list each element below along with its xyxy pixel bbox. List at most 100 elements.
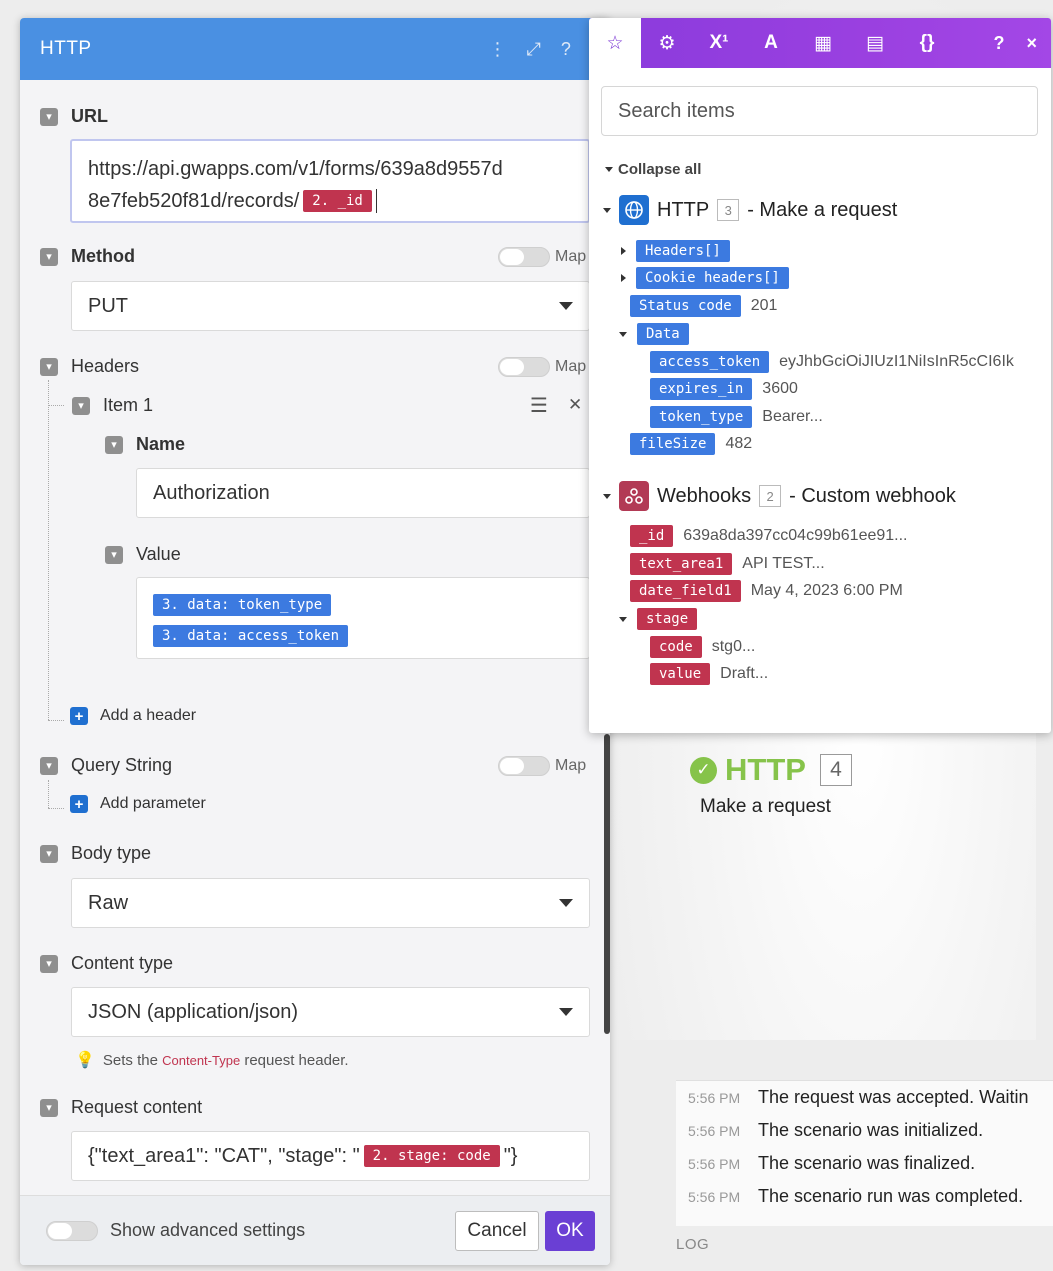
collapse-chevron-icon[interactable]: ▾ [40, 357, 58, 376]
tree-connector [48, 720, 64, 721]
stage-code-pill[interactable]: 2. stage: code [363, 1145, 500, 1167]
tab-array[interactable]: ▤ [849, 18, 901, 68]
header-name-value: Authorization [153, 481, 270, 504]
code-pill[interactable]: code [650, 636, 702, 658]
collapse-chevron-icon[interactable]: ▾ [40, 247, 58, 266]
text-area1-pill[interactable]: text_area1 [630, 553, 733, 575]
globe-icon [619, 195, 649, 225]
item-id[interactable]: _id 639a8da397cc04c99b61ee91... [630, 525, 908, 547]
expand-icon[interactable]: ⤢ [526, 39, 540, 60]
date-field1-pill[interactable]: date_field1 [630, 580, 741, 602]
caret-down-icon [619, 331, 627, 337]
content-type-select[interactable]: JSON (application/json) [71, 987, 590, 1037]
file-size-pill[interactable]: fileSize [630, 433, 716, 455]
add-parameter-button[interactable]: + Add parameter [70, 795, 206, 813]
collapse-chevron-icon[interactable]: ▾ [72, 396, 90, 415]
data-pill[interactable]: Data [637, 323, 689, 345]
url-input[interactable]: https://api.gwapps.com/v1/forms/639a8d95… [70, 139, 590, 223]
collapse-chevron-icon[interactable]: ▾ [105, 435, 123, 454]
token-type-pill[interactable]: token_type [650, 406, 753, 428]
headers-map-toggle[interactable] [498, 357, 550, 377]
item-data[interactable]: Data [619, 323, 689, 345]
panel-title: HTTP [40, 38, 92, 59]
text-cursor [375, 189, 377, 213]
item-code[interactable]: code stg0... [650, 636, 755, 658]
access-token-value: eyJhbGciOiJIUzI1NiIsInR5cCI6Ik [779, 353, 1014, 370]
token-type-value: Bearer... [762, 408, 823, 425]
value-pill[interactable]: value [650, 663, 711, 685]
webhooks-module-row[interactable]: Webhooks 2 - Custom webhook [603, 481, 956, 511]
query-string-section: ▾ Query String [40, 755, 172, 776]
log-time: 5:56 PM [688, 1188, 741, 1205]
panel-scrollbar[interactable] [604, 734, 610, 1034]
tab-star[interactable]: ☆ [589, 18, 641, 68]
cancel-button[interactable]: Cancel [455, 1211, 539, 1251]
item-headers[interactable]: Headers[] [621, 240, 730, 262]
collapse-chevron-icon[interactable]: ▾ [40, 756, 58, 775]
log-label: LOG [676, 1236, 710, 1253]
headers-label: Headers [71, 356, 140, 376]
http-module-node[interactable]: ✓ HTTP 4 Make a request [690, 752, 930, 832]
log-time: 5:56 PM [688, 1089, 741, 1106]
tab-json[interactable]: {} [901, 18, 953, 68]
request-prefix: {"text_area1": "CAT", "stage": " [88, 1144, 360, 1167]
log-message: The scenario was initialized. [758, 1120, 984, 1140]
reorder-icon[interactable]: ☰ [530, 393, 548, 418]
cookie-headers-pill[interactable]: Cookie headers[] [636, 267, 789, 289]
ok-button[interactable]: OK [545, 1211, 595, 1251]
content-type-value: JSON (application/json) [88, 1000, 299, 1023]
collapse-chevron-icon[interactable]: ▾ [40, 107, 58, 126]
tab-date[interactable]: ▦ [797, 18, 849, 68]
hint-code: Content-Type [162, 1052, 241, 1068]
collapse-all-button[interactable]: Collapse all [605, 161, 701, 178]
body-type-select[interactable]: Raw [71, 878, 590, 928]
method-map-toggle[interactable] [498, 247, 550, 267]
item-value[interactable]: value Draft... [650, 663, 768, 685]
item-token-type[interactable]: token_type Bearer... [650, 406, 823, 428]
status-code-pill[interactable]: Status code [630, 295, 741, 317]
url-id-pill[interactable]: 2. _id [303, 190, 372, 212]
collapse-chevron-icon[interactable]: ▾ [40, 844, 58, 863]
add-header-button[interactable]: + Add a header [70, 707, 196, 725]
caret-right-icon [621, 247, 626, 255]
request-content-input[interactable]: {"text_area1": "CAT", "stage": " 2. stag… [71, 1131, 590, 1181]
close-icon[interactable]: × [1026, 33, 1037, 54]
more-vertical-icon[interactable]: ⋮ [488, 39, 506, 60]
item-date-field1[interactable]: date_field1 May 4, 2023 6:00 PM [630, 580, 903, 602]
hint-suffix: request header. [240, 1051, 349, 1069]
help-icon[interactable]: ? [561, 39, 571, 60]
expires-in-pill[interactable]: expires_in [650, 378, 753, 400]
execution-log[interactable]: 5:56 PM The request was accepted. Waitin… [676, 1080, 1053, 1226]
access-token-pill[interactable]: 3. data: access_token [153, 625, 349, 647]
item-stage[interactable]: stage [619, 608, 698, 630]
header-item-1: ▾ Item 1 [72, 395, 153, 416]
id-pill[interactable]: _id [630, 525, 674, 547]
tab-math[interactable]: X¹ [693, 18, 745, 68]
collapse-chevron-icon[interactable]: ▾ [105, 545, 123, 564]
header-value-input[interactable]: 3. data: token_type 3. data: access_toke… [136, 577, 590, 659]
access-token-pill[interactable]: access_token [650, 351, 770, 373]
tab-settings[interactable]: ⚙ [641, 18, 693, 68]
stage-pill[interactable]: stage [637, 608, 698, 630]
help-icon[interactable]: ? [993, 33, 1004, 54]
token-type-pill[interactable]: 3. data: token_type [153, 594, 332, 616]
item-cookie-headers[interactable]: Cookie headers[] [621, 267, 789, 289]
item-text-area1[interactable]: text_area1 API TEST... [630, 553, 825, 575]
header-name-input[interactable]: Authorization [136, 468, 590, 518]
headers-pill[interactable]: Headers[] [636, 240, 730, 262]
http-module-row[interactable]: HTTP 3 - Make a request [603, 195, 897, 225]
tab-text[interactable]: A [745, 18, 797, 68]
item-access-token[interactable]: access_token eyJhbGciOiJIUzI1NiIsInR5cCI… [650, 351, 1014, 373]
remove-item-icon[interactable]: ✕ [568, 395, 582, 415]
method-select[interactable]: PUT [71, 281, 590, 331]
collapse-chevron-icon[interactable]: ▾ [40, 954, 58, 973]
item-file-size[interactable]: fileSize 482 [630, 433, 752, 455]
item-status-code[interactable]: Status code 201 [630, 295, 777, 317]
collapse-chevron-icon[interactable]: ▾ [40, 1098, 58, 1117]
item-expires-in[interactable]: expires_in 3600 [650, 378, 798, 400]
value-section: ▾ Value [105, 544, 181, 565]
search-items-input[interactable]: Search items [601, 86, 1038, 136]
webhook-icon [619, 481, 649, 511]
advanced-settings-toggle[interactable] [46, 1221, 98, 1241]
query-map-toggle[interactable] [498, 756, 550, 776]
